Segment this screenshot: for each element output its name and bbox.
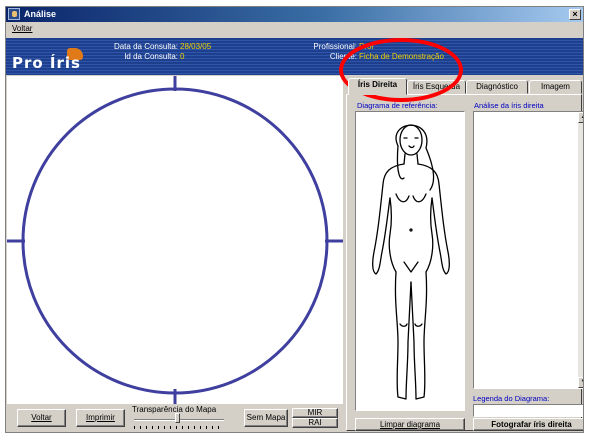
- print-button[interactable]: Imprimir: [76, 409, 125, 427]
- rai-button[interactable]: RAI: [292, 418, 338, 428]
- body-figure: [372, 124, 450, 400]
- iris-map-circle: [21, 87, 329, 395]
- hair-outline: [395, 124, 435, 191]
- consult-date-value: 28/03/05: [180, 42, 212, 51]
- left-arm: [372, 163, 405, 275]
- head: [399, 124, 423, 156]
- map-toolbar: Voltar Imprimir Transparência do Mapa Se…: [6, 404, 344, 432]
- left-torso: [388, 197, 397, 273]
- header-band: Pro Íris Data da Consulta: 28/03/05 Id d…: [6, 38, 583, 75]
- tab-imagem[interactable]: Imagem: [529, 80, 582, 94]
- back-button[interactable]: Voltar: [17, 409, 66, 427]
- app-icon: [8, 8, 20, 20]
- tab-content: Diagrama de referência: Análise da íris …: [346, 94, 583, 431]
- tab-iris-direita[interactable]: Íris Direita: [348, 78, 407, 95]
- pelvis: [403, 261, 419, 273]
- legend-label: Legenda do Diagrama:: [473, 394, 550, 403]
- legend-input[interactable]: [473, 404, 583, 417]
- right-leg: [410, 271, 428, 400]
- consult-date-label: Data da Consulta:: [113, 42, 178, 51]
- right-panel: Íris Direita Íris Esquerda Diagnóstico I…: [344, 76, 583, 432]
- title-bar[interactable]: Análise ×: [6, 7, 583, 22]
- menu-bar: Voltar: [6, 22, 583, 36]
- professional-label: Profissional:: [313, 42, 357, 51]
- consult-id-label: Id da Consulta:: [124, 52, 178, 61]
- analysis-text-area[interactable]: ▲ ▼: [473, 111, 583, 389]
- right-torso: [425, 197, 434, 273]
- consult-id-value: 0: [180, 52, 185, 61]
- reference-diagram[interactable]: [355, 111, 465, 411]
- left-leg: [394, 271, 412, 400]
- iris-map: [7, 76, 343, 404]
- mir-button[interactable]: MIR: [292, 408, 338, 418]
- iris-map-area[interactable]: [7, 76, 343, 404]
- photograph-iris-button[interactable]: Fotografar íris direita: [473, 418, 583, 431]
- scroll-down-icon[interactable]: ▼: [578, 377, 583, 388]
- scroll-up-icon[interactable]: ▲: [578, 112, 583, 123]
- analysis-label: Análise da íris direita: [474, 101, 544, 110]
- chest: [395, 193, 427, 203]
- window-title: Análise: [24, 9, 57, 19]
- close-button[interactable]: ×: [569, 9, 581, 20]
- navel: [409, 228, 413, 232]
- logo-text: Pro Íris: [12, 54, 81, 72]
- analysis-scrollbar[interactable]: ▲ ▼: [578, 112, 583, 388]
- menu-item-voltar[interactable]: Voltar: [12, 24, 32, 33]
- transparency-slider-thumb[interactable]: [175, 413, 180, 423]
- analysis-window: Análise × Voltar Pro Íris Data da Consul…: [5, 6, 584, 433]
- diagram-label: Diagrama de referência:: [357, 101, 438, 110]
- tab-diagnostico[interactable]: Diagnóstico: [466, 80, 528, 94]
- face: [403, 137, 419, 149]
- knees: [399, 323, 423, 327]
- no-map-button[interactable]: Sem Mapa: [244, 409, 288, 427]
- clear-diagram-button[interactable]: Limpar diagrama: [355, 418, 465, 431]
- pro-iris-logo: Pro Íris: [12, 48, 104, 74]
- slider-ticks: [134, 426, 224, 429]
